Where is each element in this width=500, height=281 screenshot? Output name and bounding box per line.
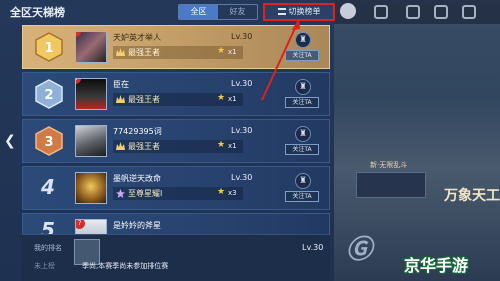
friends-icon[interactable]: [406, 5, 420, 19]
tier-box: 最强王者 ★ x1: [113, 46, 243, 59]
star-count: x1: [228, 48, 237, 56]
rank-1-emblem: 1: [35, 32, 63, 62]
rank-number: 5: [41, 218, 55, 235]
tier-box: 至尊星耀I ★ x3: [113, 187, 243, 200]
rank-2-emblem: 2: [35, 79, 63, 109]
my-rank-label: 我的排名: [34, 244, 62, 252]
my-rank-bar: 我的排名 未上榜 季尚,本赛季尚未参加排位赛 Lv.30: [22, 234, 330, 281]
tab-all-region[interactable]: 全区: [179, 5, 218, 19]
player-name: 臣在: [113, 80, 129, 89]
follow-button[interactable]: ♜ 关注TA: [285, 32, 319, 64]
follow-label: 关注TA: [285, 97, 319, 108]
avatar[interactable]: [75, 172, 107, 204]
player-level: Lv.30: [231, 32, 253, 41]
follow-icon: ♜: [295, 126, 311, 142]
rank-number: 4: [41, 175, 55, 199]
switch-ranking-label: 切换榜单: [288, 7, 321, 16]
follow-label: 关注TA: [285, 191, 319, 202]
star-icon: ★: [217, 187, 226, 197]
star-icon: ★: [217, 46, 226, 56]
player-level: Lv.30: [231, 79, 253, 88]
switch-ranking-button[interactable]: 切换榜单: [263, 3, 335, 21]
avatar[interactable]: 7: [75, 31, 107, 63]
follow-icon: ♜: [295, 32, 311, 48]
settings-icon[interactable]: [434, 5, 448, 19]
follow-button[interactable]: ♜ 关注TA: [285, 126, 319, 158]
ranking-row-4[interactable]: 4 墨帆逆天改命 至尊星耀I ★ x3 Lv.30 ♜ 关注TA: [22, 166, 330, 210]
tier-label: 最强王者: [128, 142, 160, 151]
tier-label: 最强王者: [128, 95, 160, 104]
mail-icon[interactable]: [374, 5, 388, 19]
star-icon: ★: [217, 93, 226, 103]
ranking-panel: 全区天梯榜 全区 好友 切换榜单 ❮ 1 7 天妒英才举人 最强王者 ★ x1 …: [0, 0, 335, 281]
tier-box: 最强王者 ★ x1: [113, 140, 243, 153]
panel-title: 全区天梯榜: [10, 6, 65, 19]
star-count: x3: [228, 189, 237, 197]
tab-group: 全区 好友: [178, 4, 258, 20]
ranking-row-3[interactable]: 3 77429395词 最强王者 ★ x1 Lv.30 ♜ 关注TA: [22, 119, 330, 163]
my-rank-status: 未上榜: [34, 262, 55, 270]
avatar[interactable]: [75, 125, 107, 157]
ranking-row-2[interactable]: 2 8 臣在 最强王者 ★ x1 Lv.30 ♜ 关注TA: [22, 72, 330, 116]
follow-button[interactable]: ♜ 关注TA: [285, 173, 319, 205]
follow-icon: ♜: [295, 79, 311, 95]
ranking-row-5[interactable]: 5 7 是妗妗的斧星: [22, 213, 330, 235]
crown-icon: [116, 142, 125, 150]
mode-banner[interactable]: [356, 172, 426, 198]
avatar[interactable]: 8: [75, 78, 107, 110]
star-icon: ★: [217, 140, 226, 150]
mode-title[interactable]: 万象天工: [444, 185, 500, 205]
svg-text:2: 2: [44, 88, 53, 103]
crown-icon: [116, 48, 125, 56]
game-background: 新·无限乱斗 万象天工 Ⓖ: [334, 0, 500, 281]
player-level: Lv.30: [231, 173, 253, 182]
avatar[interactable]: 7: [75, 219, 107, 234]
crown-icon: [116, 95, 125, 103]
my-level: Lv.30: [302, 243, 324, 252]
player-name: 天妒英才举人: [113, 33, 161, 42]
list-icon: [277, 8, 286, 15]
rank-3-emblem: 3: [35, 126, 63, 156]
my-rank-message: 季尚,本赛季尚未参加排位赛: [82, 262, 169, 270]
site-watermark: 京华手游: [404, 256, 469, 275]
follow-label: 关注TA: [285, 50, 319, 61]
player-name: 是妗妗的斧星: [113, 221, 161, 230]
svg-text:1: 1: [44, 41, 53, 56]
svg-text:Ⓖ: Ⓖ: [346, 235, 376, 265]
moon-icon: [340, 3, 356, 19]
menu-icon[interactable]: [462, 5, 476, 19]
player-name: 墨帆逆天改命: [113, 174, 161, 183]
star-tier-icon: [116, 189, 125, 198]
follow-icon: ♜: [295, 173, 311, 189]
back-arrow-icon[interactable]: ❮: [4, 133, 16, 149]
star-count: x1: [228, 95, 237, 103]
tab-friends[interactable]: 好友: [218, 5, 257, 19]
star-count: x1: [228, 142, 237, 150]
svg-text:3: 3: [44, 135, 53, 150]
player-name: 77429395词: [113, 127, 162, 136]
tier-label: 最强王者: [128, 48, 160, 57]
tier-label: 至尊星耀I: [128, 189, 163, 198]
tier-box: 最强王者 ★ x1: [113, 93, 243, 106]
follow-button[interactable]: ♜ 关注TA: [285, 79, 319, 111]
player-level: Lv.30: [231, 126, 253, 135]
mode-chip[interactable]: 新·无限乱斗: [370, 160, 407, 170]
follow-label: 关注TA: [285, 144, 319, 155]
ranking-row-1[interactable]: 1 7 天妒英才举人 最强王者 ★ x1 Lv.30 ♜ 关注TA: [22, 25, 330, 69]
